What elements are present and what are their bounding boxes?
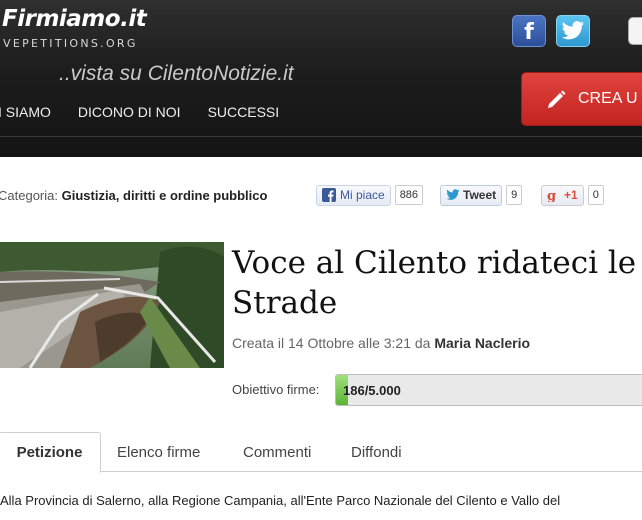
petition-body-text: Alla Provincia di Salerno, alla Regione … xyxy=(0,493,561,508)
twitter-bird-icon xyxy=(561,21,585,40)
tweet-button[interactable]: Tweet xyxy=(440,184,503,206)
facebook-small-icon xyxy=(322,188,336,202)
svg-text:g: g xyxy=(547,189,556,202)
tweet-widget: Tweet 9 xyxy=(440,184,523,206)
facebook-like-count: 886 xyxy=(394,185,424,205)
twitter-icon[interactable] xyxy=(556,15,590,47)
pencil-icon xyxy=(548,90,566,108)
header-search-input[interactable] xyxy=(628,17,642,45)
created-text: Creata il 14 Ottobre alle 3:21 da xyxy=(232,335,431,351)
create-petition-button[interactable]: CREA U xyxy=(521,72,642,126)
facebook-like-widget: Mi piace 886 xyxy=(316,184,424,206)
goal-label: Obiettivo firme: xyxy=(232,382,320,397)
nav-item-testimonials[interactable]: DICONO DI NOI xyxy=(78,104,181,120)
gplus-button[interactable]: g +1 xyxy=(541,184,584,206)
header-tagline: ..vista su CilentoNotizie.it xyxy=(59,62,294,85)
facebook-like-button[interactable]: Mi piace xyxy=(316,184,391,206)
gplus-widget: g +1 0 xyxy=(541,184,604,206)
petition-title: Voce al Cilento ridateci le Strade xyxy=(232,245,637,321)
tab-elenco-firme[interactable]: Elenco firme xyxy=(117,432,200,472)
tweet-count: 9 xyxy=(506,185,523,205)
site-logo[interactable]: Firmiamo.it xyxy=(2,6,147,32)
gplus-count: 0 xyxy=(587,185,604,205)
petition-author[interactable]: Maria Naclerio xyxy=(434,335,530,351)
facebook-like-label: Mi piace xyxy=(340,188,385,202)
twitter-small-icon xyxy=(446,189,460,200)
nav-item-successes[interactable]: SUCCESSI xyxy=(208,104,280,120)
goal-progress-text: 186/5.000 xyxy=(343,383,401,398)
tab-commenti[interactable]: Commenti xyxy=(243,432,311,472)
gplus-label: +1 xyxy=(564,188,578,202)
create-petition-label: CREA U xyxy=(578,90,638,107)
site-logo-subtitle: VEPETITIONS.ORG xyxy=(3,37,138,50)
tweet-label: Tweet xyxy=(463,188,497,202)
goal-progress-bar: 186/5.000 xyxy=(335,374,642,406)
petition-created: Creata il 14 Ottobre alle 3:21 da Maria … xyxy=(232,335,530,351)
tab-diffondi[interactable]: Diffondi xyxy=(351,432,402,472)
facebook-icon[interactable]: f xyxy=(512,15,546,47)
nav-item-about[interactable]: I SIAMO xyxy=(0,104,51,120)
main-nav: I SIAMO DICONO DI NOI SUCCESSI xyxy=(0,104,306,120)
category-value[interactable]: Giustizia, diritti e ordine pubblico xyxy=(62,188,268,203)
site-header: Firmiamo.it VEPETITIONS.ORG ..vista su C… xyxy=(0,0,642,157)
category-label: Categoria: xyxy=(0,188,58,203)
header-divider xyxy=(0,136,642,137)
facebook-glyph: f xyxy=(524,20,534,45)
petition-tabs: Petizione Elenco firme Commenti Diffondi xyxy=(0,432,642,473)
petition-photo xyxy=(0,242,224,368)
tab-petizione[interactable]: Petizione xyxy=(0,432,101,473)
gplus-icon: g xyxy=(547,189,556,202)
petition-category: Categoria: Giustizia, diritti e ordine p… xyxy=(0,188,267,203)
collapsed-road-image xyxy=(0,242,224,368)
